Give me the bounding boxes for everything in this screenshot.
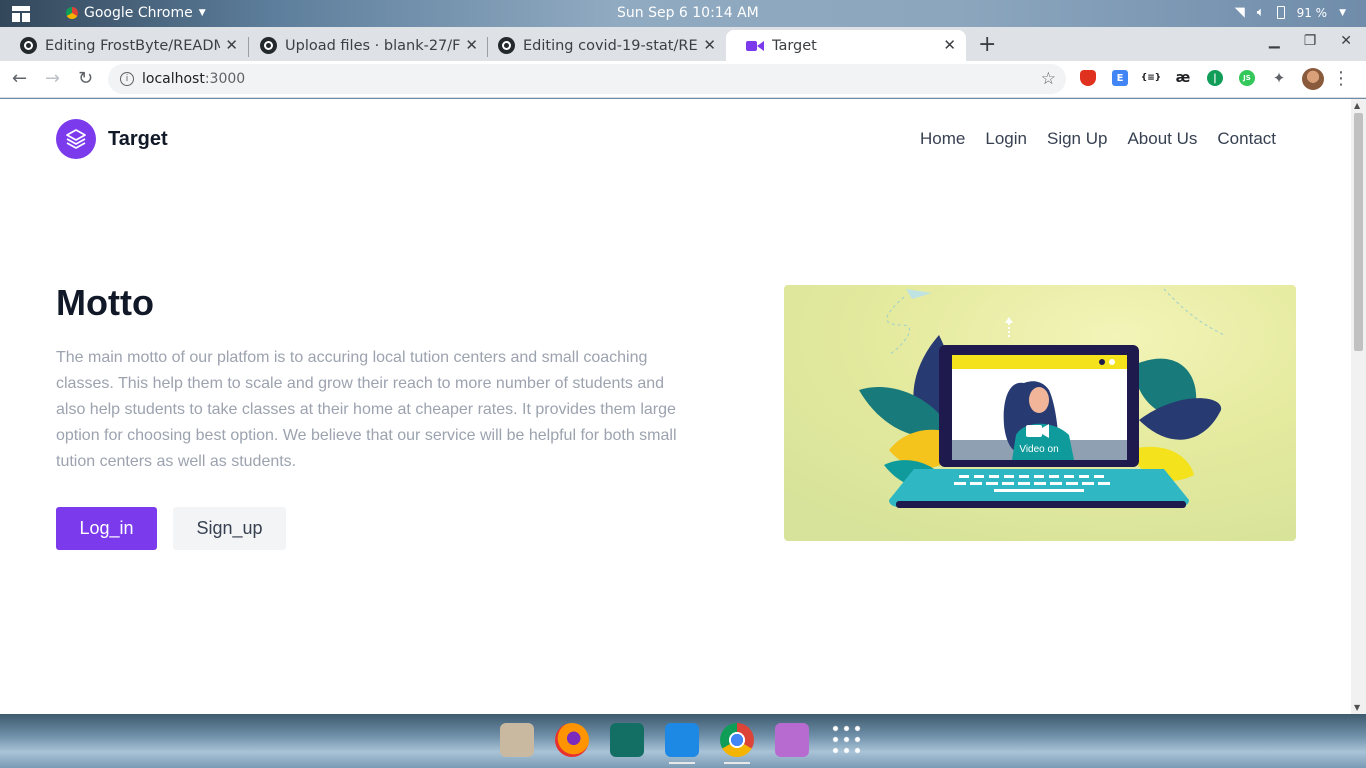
volume-icon: 🔈︎ bbox=[1256, 5, 1265, 20]
github-icon bbox=[20, 37, 37, 54]
github-icon bbox=[260, 37, 277, 54]
video-camera-icon bbox=[746, 40, 764, 52]
info-icon[interactable]: i bbox=[120, 72, 134, 86]
tab-strip: Editing FrostByte/README ✕ Upload files … bbox=[0, 27, 1366, 61]
address-bar[interactable]: i localhost:3000 ☆ bbox=[108, 64, 1066, 94]
puzzle-icon[interactable]: ✦ bbox=[1271, 69, 1287, 87]
brand[interactable]: Target bbox=[56, 119, 168, 159]
activities-icon[interactable] bbox=[12, 6, 30, 22]
hero-illustration: Video on bbox=[784, 285, 1296, 541]
tab-title: Editing FrostByte/README bbox=[45, 37, 220, 54]
hero-title: Motto bbox=[56, 282, 154, 323]
scroll-up-arrow-icon[interactable]: ▲ bbox=[1354, 101, 1360, 110]
menu-dots-icon[interactable]: ⋮ bbox=[1332, 68, 1350, 89]
browser-toolbar: ← → ↻ i localhost:3000 ☆ E {≡} æ | JS ✦ … bbox=[0, 61, 1366, 98]
os-top-bar: Google Chrome ▼ Sun Sep 6 10:14 AM ◥ 🔈︎ … bbox=[0, 0, 1366, 27]
new-tab-button[interactable]: + bbox=[978, 32, 996, 57]
close-icon[interactable]: ✕ bbox=[225, 36, 238, 54]
green-extension-icon[interactable]: | bbox=[1207, 70, 1223, 86]
show-applications-icon[interactable] bbox=[830, 723, 864, 757]
main-nav: Home Login Sign Up About Us Contact bbox=[920, 129, 1276, 149]
back-arrow-icon[interactable]: ← bbox=[12, 68, 27, 89]
chevron-down-icon: ▼ bbox=[198, 8, 206, 18]
minimize-icon[interactable]: ▁ bbox=[1269, 33, 1280, 49]
bookmark-star-icon[interactable]: ☆ bbox=[1041, 69, 1056, 89]
tab-target[interactable]: Target ✕ bbox=[726, 30, 966, 61]
tab-frostbyte-readme[interactable]: Editing FrostByte/README ✕ bbox=[0, 30, 248, 61]
page-viewport: Target Home Login Sign Up About Us Conta… bbox=[0, 99, 1351, 714]
nav-link-about-us[interactable]: About Us bbox=[1127, 129, 1197, 149]
json-viewer-icon[interactable]: {≡} bbox=[1141, 70, 1161, 86]
running-indicator bbox=[724, 762, 750, 764]
system-tray[interactable]: ◥ 🔈︎ 91 % ▼ bbox=[1235, 5, 1346, 20]
close-icon[interactable]: ✕ bbox=[943, 36, 956, 54]
battery-icon bbox=[1276, 6, 1285, 19]
firefox-app-icon[interactable] bbox=[555, 723, 589, 757]
nav-link-login[interactable]: Login bbox=[985, 129, 1027, 149]
chevron-down-icon: ▼ bbox=[1339, 7, 1346, 18]
restore-icon[interactable]: ❐ bbox=[1304, 33, 1317, 49]
forward-arrow-icon[interactable]: → bbox=[45, 68, 60, 89]
tab-title: Upload files · blank-27/Fro bbox=[285, 37, 460, 54]
vscode-app-icon[interactable] bbox=[665, 723, 699, 764]
login-button[interactable]: Log_in bbox=[56, 507, 157, 550]
running-indicator bbox=[669, 762, 695, 764]
close-icon[interactable]: ✕ bbox=[465, 36, 478, 54]
app-menu-label: Google Chrome bbox=[84, 5, 193, 21]
reload-icon[interactable]: ↻ bbox=[78, 68, 93, 89]
brave-shield-icon[interactable] bbox=[1080, 70, 1096, 86]
signup-button[interactable]: Sign_up bbox=[173, 507, 286, 550]
close-window-icon[interactable]: ✕ bbox=[1340, 33, 1352, 49]
layers-logo-icon bbox=[56, 119, 96, 159]
dock bbox=[0, 714, 1366, 768]
avatar[interactable] bbox=[1302, 68, 1324, 90]
tab-covid-readme[interactable]: Editing covid-19-stat/REA ✕ bbox=[478, 30, 726, 61]
github-icon bbox=[498, 37, 515, 54]
hero-description: The main motto of our platfom is to accu… bbox=[56, 349, 677, 470]
nav-link-home[interactable]: Home bbox=[920, 129, 965, 149]
extension-calendar-icon[interactable]: E bbox=[1112, 70, 1128, 86]
nav-link-sign-up[interactable]: Sign Up bbox=[1047, 129, 1107, 149]
clock[interactable]: Sun Sep 6 10:14 AM bbox=[617, 5, 759, 21]
wifi-icon: ◥ bbox=[1234, 5, 1245, 20]
chrome-app-icon[interactable] bbox=[720, 723, 754, 764]
pycharm-app-icon[interactable] bbox=[610, 723, 644, 757]
chrome-small-icon bbox=[66, 7, 78, 19]
brand-name: Target bbox=[108, 127, 168, 150]
app-menu[interactable]: Google Chrome ▼ bbox=[66, 5, 206, 21]
video-player-app-icon[interactable] bbox=[775, 723, 809, 757]
files-app-icon[interactable] bbox=[500, 723, 534, 757]
url-port: :3000 bbox=[204, 71, 246, 87]
tab-title: Editing covid-19-stat/REA bbox=[523, 37, 698, 54]
tab-upload-files[interactable]: Upload files · blank-27/Fro ✕ bbox=[240, 30, 488, 61]
scroll-down-arrow-icon[interactable]: ▼ bbox=[1354, 703, 1360, 712]
js-extension-icon[interactable]: JS bbox=[1239, 70, 1255, 86]
url-host: localhost bbox=[142, 71, 205, 87]
ae-extension-icon[interactable]: æ bbox=[1175, 70, 1191, 86]
tab-title: Target bbox=[772, 37, 817, 54]
window-controls: ▁ ❐ ✕ bbox=[1269, 33, 1352, 49]
video-on-caption: Video on bbox=[1019, 444, 1058, 455]
close-icon[interactable]: ✕ bbox=[703, 36, 716, 54]
nav-link-contact[interactable]: Contact bbox=[1217, 129, 1276, 149]
page-scrollbar[interactable]: ▲ ▼ bbox=[1351, 99, 1366, 714]
battery-percentage: 91 % bbox=[1296, 5, 1328, 20]
scrollbar-thumb[interactable] bbox=[1354, 113, 1363, 351]
